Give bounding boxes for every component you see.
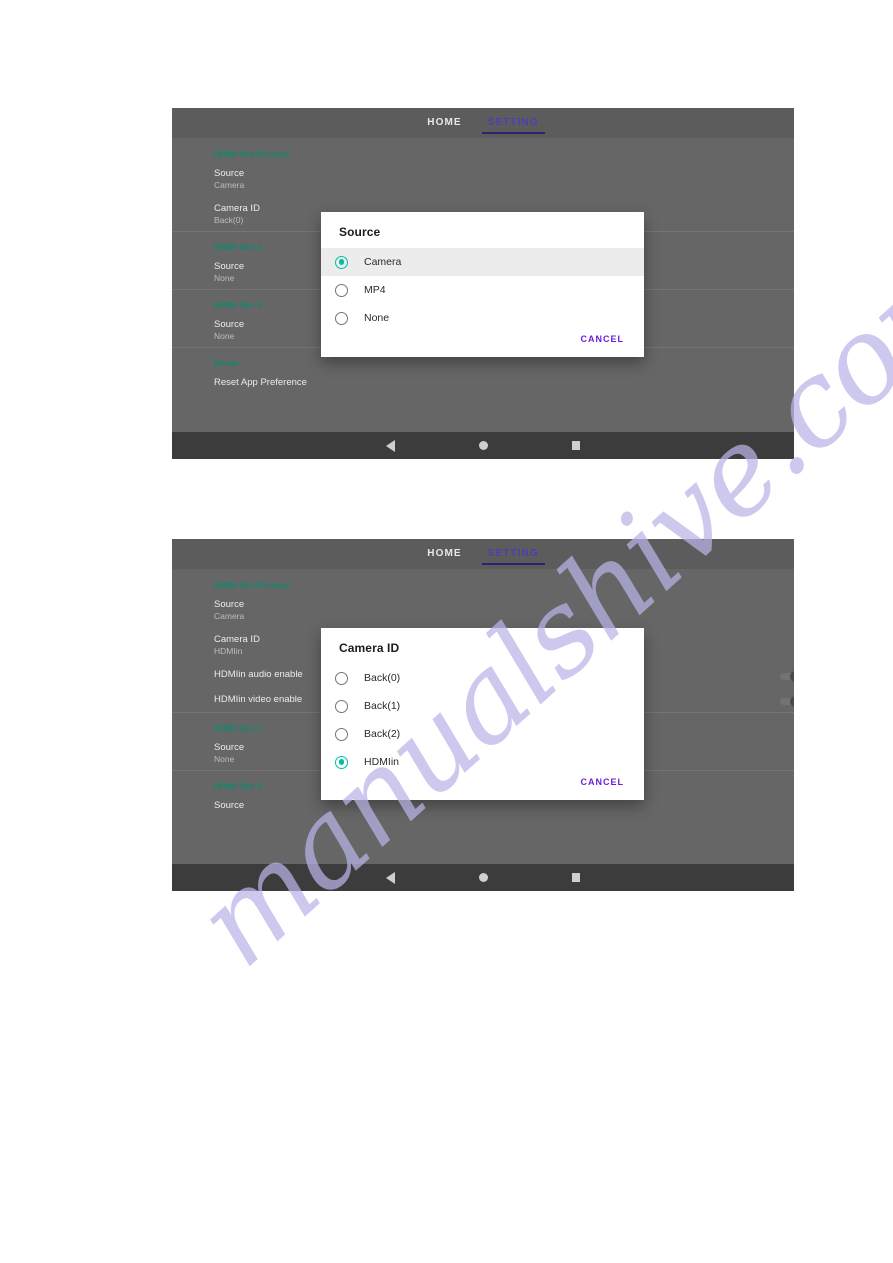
tab-home[interactable]: HOME xyxy=(425,113,463,134)
pref-title: Source xyxy=(214,599,245,610)
home-icon[interactable] xyxy=(479,873,488,882)
toggle-switch-hdmiin-audio[interactable] xyxy=(780,671,794,682)
radio-option-label: MP4 xyxy=(364,284,386,296)
dialog-title: Camera ID xyxy=(339,641,400,655)
dialog-actions: CANCEL xyxy=(575,329,631,348)
source-dialog: Source Camera MP4 None CANCEL xyxy=(321,212,644,357)
recents-icon[interactable] xyxy=(572,873,580,882)
radio-button-icon[interactable] xyxy=(335,755,348,769)
radio-option-label: Back(0) xyxy=(364,672,401,684)
radio-group: Back(0) Back(1) Back(2) HDMIin xyxy=(321,664,644,776)
back-icon[interactable] xyxy=(386,871,395,884)
radio-button-icon[interactable] xyxy=(335,699,348,713)
tab-bar: HOME SETTING xyxy=(172,108,794,138)
radio-option-camera[interactable]: Camera xyxy=(321,248,644,276)
pref-source[interactable]: Source Camera xyxy=(214,161,794,196)
tab-setting[interactable]: SETTING xyxy=(481,544,545,565)
tab-setting[interactable]: SETTING xyxy=(481,113,545,134)
radio-option-label: Camera xyxy=(364,256,402,268)
pref-title: Source xyxy=(214,168,245,179)
dialog-title: Source xyxy=(339,225,381,239)
radio-button-icon[interactable] xyxy=(335,671,348,685)
home-icon[interactable] xyxy=(479,441,488,450)
radio-option-label: Back(1) xyxy=(364,700,401,712)
radio-group: Camera MP4 None xyxy=(321,248,644,332)
recents-icon[interactable] xyxy=(572,441,580,450)
camera-id-dialog: Camera ID Back(0) Back(1) Back(2) HDMIin… xyxy=(321,628,644,800)
pref-title: Source xyxy=(214,800,245,811)
radio-option-none[interactable]: None xyxy=(321,304,644,332)
toggle-thumb xyxy=(790,696,794,707)
group-title: HDMI Out Primary xyxy=(214,580,290,590)
radio-button-icon[interactable] xyxy=(335,311,348,325)
radio-button-icon[interactable] xyxy=(335,727,348,741)
pref-source[interactable]: Source Camera xyxy=(214,592,794,627)
radio-button-icon[interactable] xyxy=(335,283,348,297)
tab-bar: HOME SETTING xyxy=(172,539,794,569)
pref-reset-app-preference[interactable]: Reset App Preference xyxy=(214,370,794,395)
radio-option-back-1[interactable]: Back(1) xyxy=(321,692,644,720)
cancel-button[interactable]: CANCEL xyxy=(575,330,631,348)
android-navigation-bar xyxy=(172,432,794,459)
radio-option-label: Back(2) xyxy=(364,728,401,740)
pref-title: Reset App Preference xyxy=(214,377,307,388)
radio-option-back-0[interactable]: Back(0) xyxy=(321,664,644,692)
radio-option-label: HDMIin xyxy=(364,756,400,768)
group-title: HDMI Out Primary xyxy=(214,149,290,159)
toggle-thumb xyxy=(790,671,794,682)
pref-summary: Camera xyxy=(214,611,245,621)
tab-home[interactable]: HOME xyxy=(425,544,463,565)
cancel-button[interactable]: CANCEL xyxy=(575,773,631,791)
pref-summary: Camera xyxy=(214,180,245,190)
back-icon[interactable] xyxy=(386,439,395,452)
toggle-switch-hdmiin-video[interactable] xyxy=(780,696,794,707)
android-navigation-bar xyxy=(172,864,794,891)
dialog-actions: CANCEL xyxy=(575,772,631,791)
radio-option-back-2[interactable]: Back(2) xyxy=(321,720,644,748)
radio-button-icon[interactable] xyxy=(335,255,348,269)
radio-option-mp4[interactable]: MP4 xyxy=(321,276,644,304)
radio-option-label: None xyxy=(364,312,390,324)
